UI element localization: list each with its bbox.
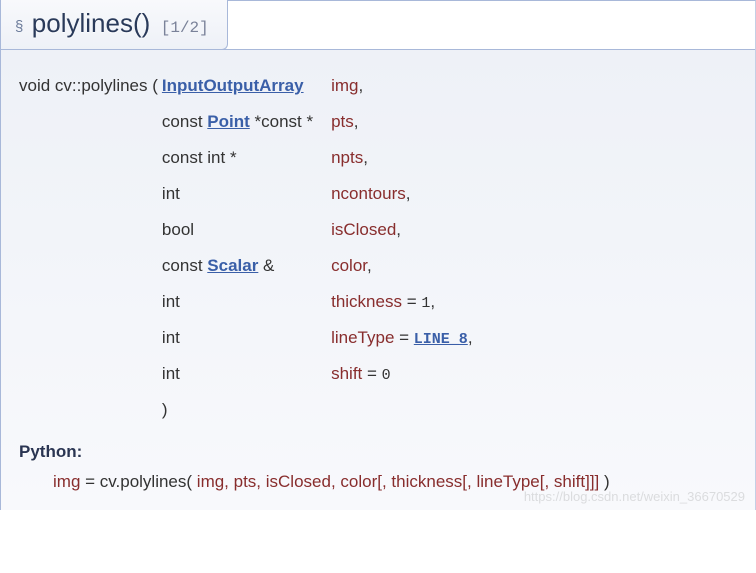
- param-name-cell: lineType = LINE_8,: [331, 320, 478, 356]
- doc-body: void cv::polylines ( InputOutputArray im…: [1, 49, 755, 510]
- default-value-link[interactable]: LINE_8: [414, 331, 468, 348]
- param-name-cell: shift = 0: [331, 356, 478, 392]
- param-type: bool: [162, 212, 331, 248]
- param-row: const Scalar & color,: [19, 248, 479, 284]
- param-type: const Scalar &: [162, 248, 331, 284]
- param-row: bool isClosed,: [19, 212, 479, 248]
- default-value: 0: [382, 367, 391, 384]
- param-name: ncontours: [331, 184, 406, 203]
- param-row: int shift = 0: [19, 356, 479, 392]
- param-name: img: [331, 76, 358, 95]
- param-type: const Point *const *: [162, 104, 331, 140]
- overload-counter: [1/2]: [161, 19, 209, 37]
- function-doc-block: § polylines() [1/2] void cv::polylines (…: [0, 0, 756, 510]
- param-name-cell: color,: [331, 248, 478, 284]
- param-name: isClosed: [331, 220, 396, 239]
- param-name-cell: pts,: [331, 104, 478, 140]
- param-row: void cv::polylines ( InputOutputArray im…: [19, 68, 479, 104]
- python-heading: Python:: [19, 442, 755, 462]
- type-link[interactable]: Scalar: [207, 256, 258, 275]
- param-name-cell: img,: [331, 68, 478, 104]
- param-name: shift: [331, 364, 362, 383]
- param-name-cell: thickness = 1,: [331, 284, 478, 320]
- close-paren-row: ): [19, 392, 479, 428]
- param-type: InputOutputArray: [162, 68, 331, 104]
- param-name: pts: [331, 112, 354, 131]
- close-paren: ): [162, 392, 331, 428]
- function-name: polylines(): [32, 8, 151, 38]
- cpp-signature-table: void cv::polylines ( InputOutputArray im…: [19, 68, 479, 428]
- param-row: const int * npts,: [19, 140, 479, 176]
- param-name: thickness: [331, 292, 402, 311]
- param-name: lineType: [331, 328, 394, 347]
- member-tab: § polylines() [1/2]: [1, 0, 228, 50]
- default-value: 1: [421, 295, 430, 312]
- param-name: npts: [331, 148, 363, 167]
- type-link[interactable]: Point: [207, 112, 250, 131]
- permalink-icon[interactable]: §: [15, 18, 23, 35]
- param-type: int: [162, 356, 331, 392]
- python-return: img: [53, 472, 80, 491]
- param-type: int: [162, 176, 331, 212]
- python-args: img, pts, isClosed, color[, thickness[, …: [192, 472, 599, 491]
- param-row: int ncontours,: [19, 176, 479, 212]
- python-signature: img = cv.polylines( img, pts, isClosed, …: [19, 472, 755, 492]
- param-row: int lineType = LINE_8,: [19, 320, 479, 356]
- param-name: color: [331, 256, 367, 275]
- param-type: const int *: [162, 140, 331, 176]
- param-row: int thickness = 1,: [19, 284, 479, 320]
- param-name-cell: npts,: [331, 140, 478, 176]
- param-row: const Point *const * pts,: [19, 104, 479, 140]
- signature-prefix: void cv::polylines (: [19, 68, 162, 104]
- param-name-cell: isClosed,: [331, 212, 478, 248]
- param-type: int: [162, 320, 331, 356]
- param-type: int: [162, 284, 331, 320]
- type-link[interactable]: InputOutputArray: [162, 76, 304, 95]
- param-name-cell: ncontours,: [331, 176, 478, 212]
